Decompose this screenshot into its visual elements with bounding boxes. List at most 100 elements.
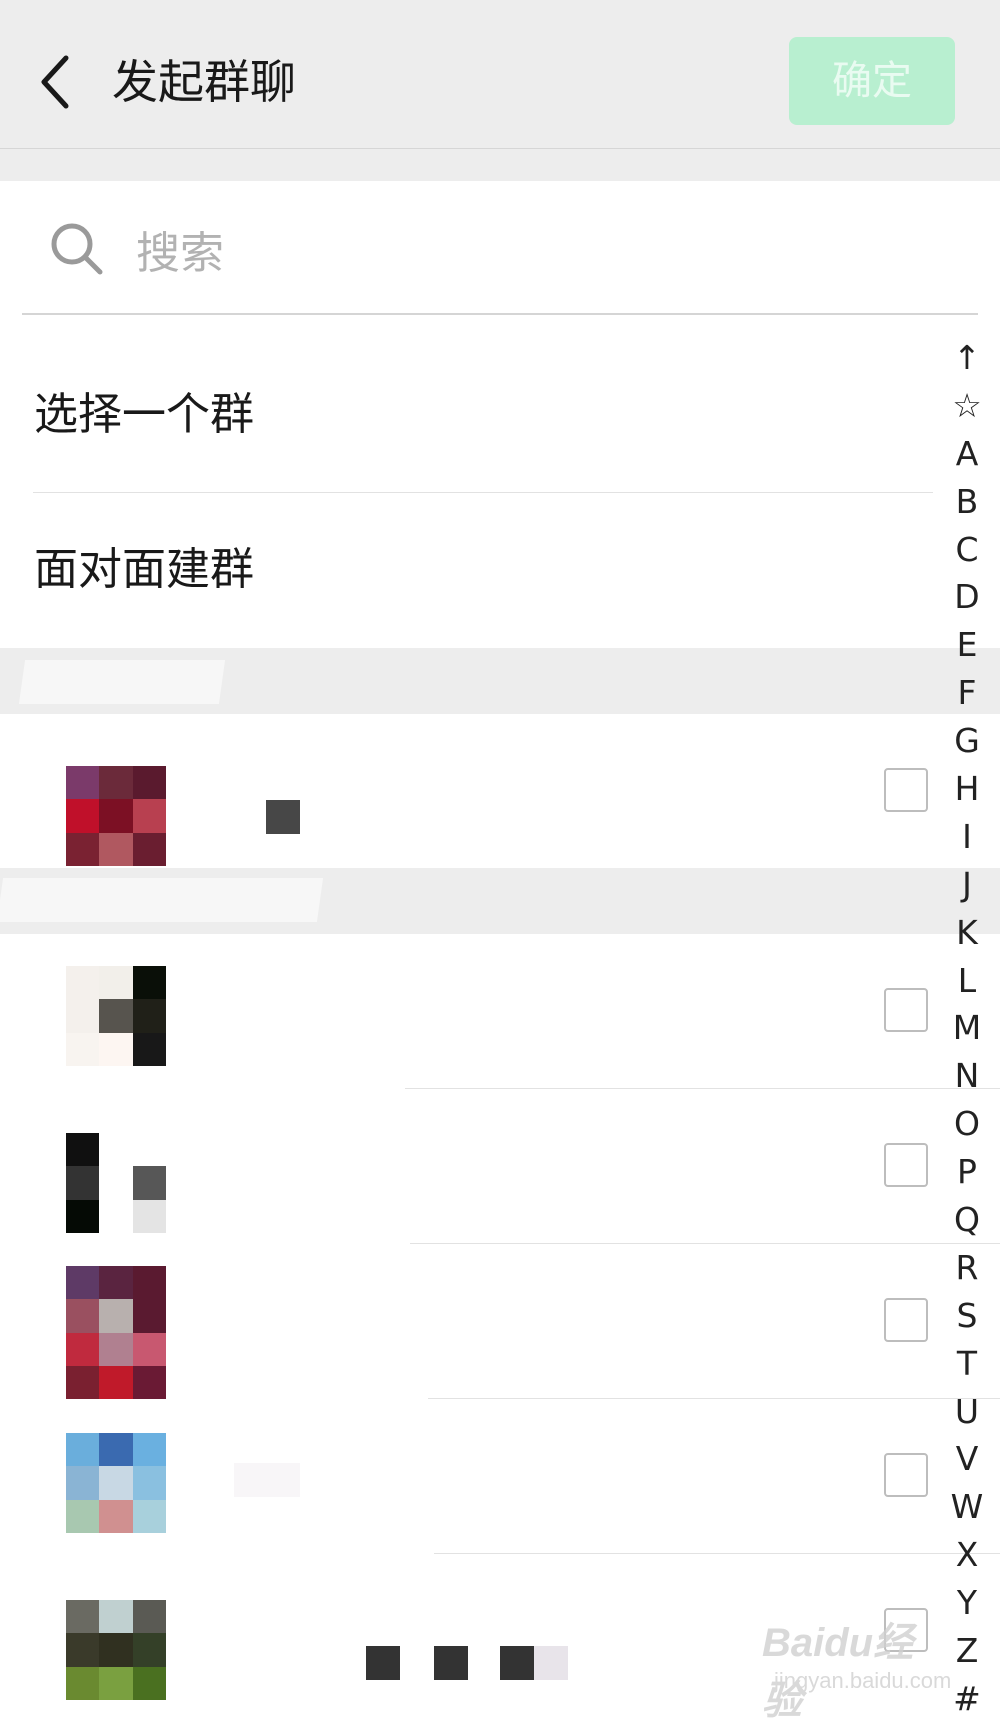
contact-row[interactable] (0, 1244, 940, 1399)
index-letter[interactable]: I (942, 813, 992, 861)
search-underline (22, 313, 978, 315)
avatar-tile (66, 1633, 100, 1667)
index-letter[interactable]: O (942, 1100, 992, 1148)
select-group-option[interactable]: 选择一个群 (0, 338, 940, 492)
contact-checkbox[interactable] (884, 1143, 928, 1187)
index-letter[interactable]: ☆ (942, 382, 992, 430)
contact-row[interactable] (0, 1399, 940, 1553)
avatar-tile (99, 1466, 133, 1500)
alphabet-index-bar[interactable]: ↑ ☆ A B C D E F G H I J K L M N O P Q R S T U V W X Y Z # (942, 334, 992, 1723)
avatar-tile (132, 1666, 166, 1700)
avatar-tile (132, 1133, 166, 1167)
contact-row[interactable] (0, 714, 940, 868)
section-header (0, 648, 1000, 714)
index-letter[interactable]: U (942, 1388, 992, 1436)
avatar-tile (99, 1199, 133, 1233)
contact-avatar (66, 1266, 166, 1399)
watermark-url: jingyan.baidu.com (774, 1668, 952, 1693)
avatar-tile (99, 1133, 133, 1167)
avatar-tile (66, 1166, 100, 1200)
avatar-tile (132, 1166, 166, 1200)
contact-checkbox[interactable] (884, 1453, 928, 1497)
contact-avatar (66, 1433, 166, 1533)
index-letter[interactable]: P (942, 1148, 992, 1196)
index-letter[interactable]: M (942, 1004, 992, 1052)
avatar-tile (66, 799, 100, 833)
select-group-label: 选择一个群 (34, 389, 254, 440)
contact-name-redacted (434, 1646, 468, 1680)
avatar-tile (66, 1600, 100, 1634)
index-letter[interactable]: L (942, 957, 992, 1005)
section-header (0, 868, 1000, 934)
avatar-tile (99, 999, 133, 1033)
back-arrow-icon[interactable] (38, 52, 74, 112)
avatar-tile (99, 1332, 133, 1366)
index-letter[interactable]: E (942, 621, 992, 669)
avatar-tile (99, 1032, 133, 1066)
avatar-tile (132, 832, 166, 866)
index-letter[interactable]: F (942, 669, 992, 717)
index-letter[interactable]: T (942, 1340, 992, 1388)
contact-avatar (66, 966, 166, 1066)
confirm-button[interactable]: 确定 (789, 37, 955, 125)
avatar-tile (66, 1499, 100, 1533)
face-to-face-group-option[interactable]: 面对面建群 (0, 493, 940, 647)
index-letter[interactable]: H (942, 765, 992, 813)
avatar-tile (99, 799, 133, 833)
search-input[interactable] (134, 222, 738, 284)
index-letter[interactable]: D (942, 573, 992, 621)
contact-checkbox[interactable] (884, 1298, 928, 1342)
avatar-tile (66, 1666, 100, 1700)
avatar-tile (99, 1600, 133, 1634)
index-letter[interactable]: C (942, 526, 992, 574)
index-letter[interactable]: W (942, 1483, 992, 1531)
baidu-jingyan-watermark: Baidu经验 jingyan.baidu.com (762, 1610, 952, 1723)
avatar-tile (132, 799, 166, 833)
page-title: 发起群聊 (112, 55, 296, 109)
contact-row[interactable] (0, 1089, 940, 1243)
avatar-tile (99, 1499, 133, 1533)
face-to-face-group-label: 面对面建群 (34, 544, 254, 595)
avatar-tile (132, 1499, 166, 1533)
index-letter[interactable]: K (942, 909, 992, 957)
contact-name-redacted (500, 1646, 534, 1680)
contact-name-redacted (534, 1646, 568, 1680)
avatar-tile (132, 999, 166, 1033)
avatar-tile (66, 1332, 100, 1366)
avatar-tile (66, 832, 100, 866)
index-letter[interactable]: B (942, 478, 992, 526)
avatar-tile (132, 1433, 166, 1467)
index-letter[interactable]: N (942, 1052, 992, 1100)
index-letter[interactable]: ↑ (942, 334, 992, 382)
section-letter-redacted (0, 878, 324, 922)
index-letter[interactable]: V (942, 1435, 992, 1483)
contact-name-redacted (266, 800, 300, 834)
avatar-tile (132, 766, 166, 800)
avatar-tile (99, 1633, 133, 1667)
avatar-tile (66, 1299, 100, 1333)
contact-checkbox[interactable] (884, 988, 928, 1032)
index-letter[interactable]: G (942, 717, 992, 765)
index-letter[interactable]: R (942, 1244, 992, 1292)
avatar-tile (132, 966, 166, 1000)
avatar-tile (99, 1666, 133, 1700)
avatar-tile (99, 1433, 133, 1467)
avatar-tile (132, 1299, 166, 1333)
avatar-tile (99, 1266, 133, 1300)
index-letter[interactable]: X (942, 1531, 992, 1579)
contact-avatar (66, 1133, 166, 1233)
avatar-tile (66, 766, 100, 800)
search-icon (51, 223, 103, 275)
index-letter[interactable]: A (942, 430, 992, 478)
avatar-tile (99, 832, 133, 866)
contact-row[interactable] (0, 934, 940, 1088)
avatar-tile (132, 1633, 166, 1667)
avatar-tile (132, 1332, 166, 1366)
index-letter[interactable]: J (942, 861, 992, 909)
index-letter[interactable]: S (942, 1292, 992, 1340)
avatar-tile (132, 1032, 166, 1066)
contact-checkbox[interactable] (884, 768, 928, 812)
index-letter[interactable]: Q (942, 1196, 992, 1244)
contact-name-redacted (234, 1463, 300, 1497)
avatar-tile (66, 1133, 100, 1167)
